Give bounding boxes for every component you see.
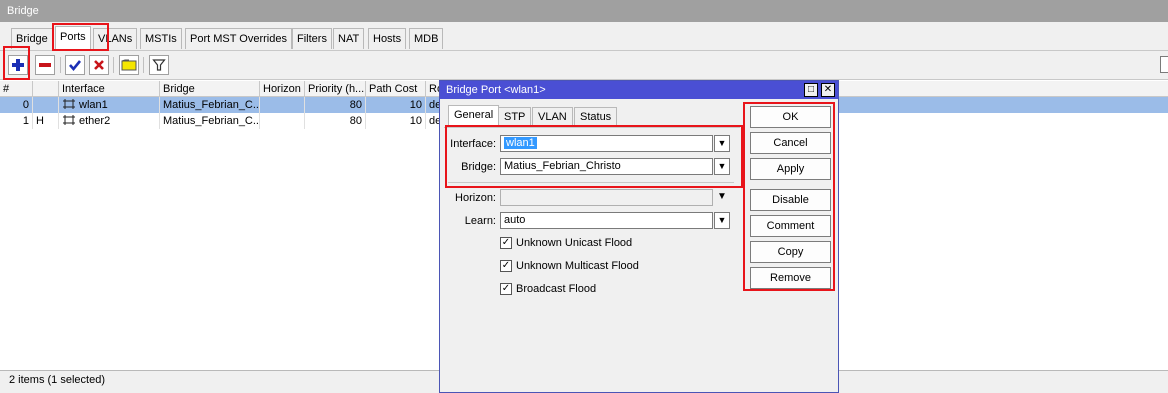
tab-divider [444,127,740,128]
comment-button[interactable]: Comment [750,215,831,237]
broadcast-flood-checkbox[interactable]: ✓ Broadcast Flood [500,283,596,295]
maximize-icon[interactable]: □ [804,83,818,97]
interface-value: wlan1 [504,137,537,149]
unknown-multicast-flood-checkbox[interactable]: ✓ Unknown Multicast Flood [500,260,639,272]
bridge-field[interactable]: Matius_Febrian_Christo [500,158,713,175]
check-icon [69,60,82,72]
plus-icon [12,59,24,71]
horizon-field[interactable] [500,189,713,206]
section-divider [448,182,734,183]
row-interface: ether2 [59,113,160,129]
unknown-unicast-flood-label: Unknown Unicast Flood [516,237,633,249]
row-horizon [260,113,305,129]
row-horizon [260,97,305,113]
horizon-label: Horizon: [455,192,496,204]
broadcast-flood-label: Broadcast Flood [516,283,597,295]
learn-label: Learn: [464,215,496,227]
interface-icon [63,99,75,109]
row-interface-name: wlan1 [79,99,108,111]
toolbar [0,51,1168,80]
row-number: 0 [0,97,33,113]
add-button[interactable] [8,55,28,75]
tab-port-mst-overrides[interactable]: Port MST Overrides [185,28,292,49]
dialog-title[interactable]: Bridge Port <wlan1> [440,81,838,99]
disable-button[interactable]: Disable [750,189,831,211]
column-header-number[interactable]: # [0,81,33,97]
bridge-port-dialog: Bridge Port <wlan1> □ ✕ General STP VLAN… [439,80,839,393]
row-interface-name: ether2 [79,115,111,127]
disable-button[interactable] [89,55,109,75]
ok-button[interactable]: OK [750,106,831,128]
comment-icon [121,59,137,71]
horizon-dropdown-icon[interactable]: ▼ [717,191,727,202]
apply-button[interactable]: Apply [750,158,831,180]
interface-label: Interface: [450,138,496,150]
filter-icon [152,59,166,71]
unknown-multicast-flood-label: Unknown Multicast Flood [516,260,639,272]
checkbox-checked-icon: ✓ [500,237,512,249]
cancel-button[interactable]: Cancel [750,132,831,154]
learn-field[interactable]: auto [500,212,713,229]
checkbox-checked-icon: ✓ [500,283,512,295]
dialog-tab-stp[interactable]: STP [498,107,532,127]
filter-button[interactable] [149,55,169,75]
row-bridge: Matius_Febrian_C... [160,97,260,113]
comment-button[interactable] [119,55,139,75]
find-input[interactable] [1160,56,1168,73]
tab-nat[interactable]: NAT [333,28,365,49]
interface-field[interactable]: wlan1 [500,135,713,152]
learn-dropdown-icon[interactable]: ▼ [714,212,730,229]
row-path-cost: 10 [366,113,426,129]
row-interface: wlan1 [59,97,160,113]
minus-icon [39,63,51,67]
checkbox-checked-icon: ✓ [500,260,512,272]
interface-dropdown-icon[interactable]: ▼ [714,135,730,152]
remove-button[interactable]: Remove [750,267,831,289]
toolbar-divider [143,57,144,73]
toolbar-divider [113,57,114,73]
row-flag: H [33,113,59,129]
column-header-horizon[interactable]: Horizon [260,81,305,97]
row-number: 1 [0,113,33,129]
tab-vlans[interactable]: VLANs [93,28,138,49]
dialog-tab-status[interactable]: Status [574,107,618,127]
column-header-path-cost[interactable]: Path Cost [366,81,426,97]
window-title: Bridge [0,0,1168,22]
row-path-cost: 10 [366,97,426,113]
row-priority: 80 [305,97,366,113]
enable-button[interactable] [65,55,85,75]
cross-icon [94,60,104,70]
column-header-priority[interactable]: Priority (h... [305,81,366,97]
tab-filters[interactable]: Filters [292,28,332,49]
close-icon[interactable]: ✕ [821,83,835,97]
unknown-unicast-flood-checkbox[interactable]: ✓ Unknown Unicast Flood [500,237,632,249]
interface-icon [63,115,75,125]
row-flag [33,97,59,113]
copy-button[interactable]: Copy [750,241,831,263]
row-bridge: Matius_Febrian_C... [160,113,260,129]
tab-hosts[interactable]: Hosts [368,28,407,49]
tab-ports[interactable]: Ports [55,26,91,50]
column-header-interface[interactable]: Interface [59,81,160,97]
tab-strip: Bridge Ports VLANs MSTIs Port MST Overri… [0,22,1168,51]
tab-mstis[interactable]: MSTIs [140,28,182,49]
dialog-tab-general[interactable]: General [448,105,500,128]
row-priority: 80 [305,113,366,129]
bridge-label: Bridge: [461,161,496,173]
tab-mdb[interactable]: MDB [409,28,444,49]
column-header-flags[interactable] [33,81,59,97]
remove-button[interactable] [35,55,55,75]
tab-bridge[interactable]: Bridge [11,28,53,49]
toolbar-divider [60,57,61,73]
column-header-bridge[interactable]: Bridge [160,81,260,97]
bridge-dropdown-icon[interactable]: ▼ [714,158,730,175]
dialog-tab-vlan[interactable]: VLAN [532,107,573,127]
